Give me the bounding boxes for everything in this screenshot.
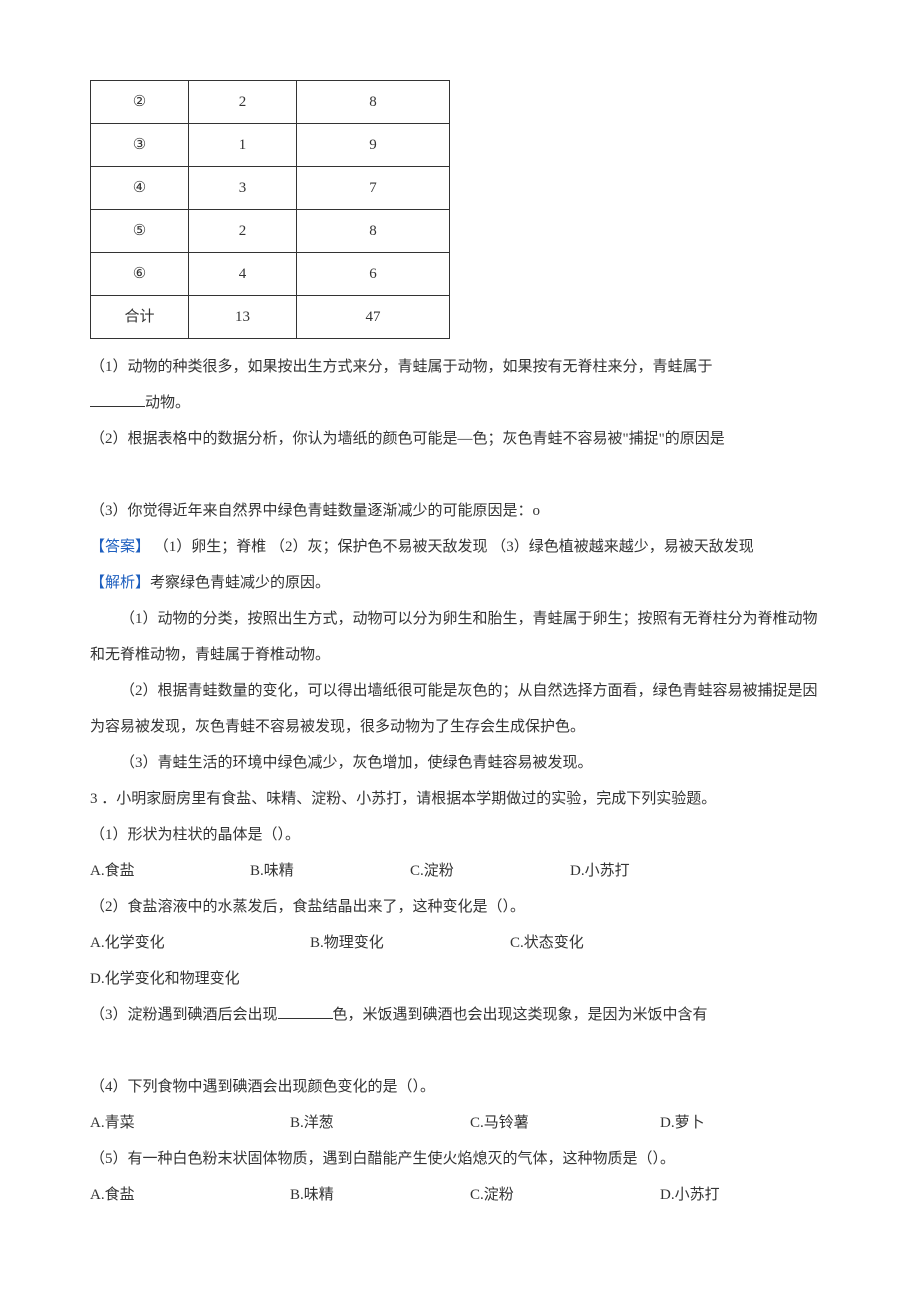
cell-label: ④ (91, 167, 189, 210)
question-2-sub1: （1）形状为柱状的晶体是（）。 (90, 817, 830, 853)
cell-value: 9 (297, 124, 450, 167)
answer-label: 【答案】 (90, 539, 150, 555)
analysis-label: 【解析】 (90, 575, 150, 591)
cell-value: 1 (189, 124, 297, 167)
cell-label: ② (91, 81, 189, 124)
options-row: A.食盐 B.味精 C.淀粉 D.小苏打 (90, 853, 830, 889)
cell-label: 合计 (91, 296, 189, 339)
option-b: B.味精 (250, 853, 410, 889)
fill-blank (278, 1003, 333, 1019)
text: （3）淀粉遇到碘酒后会出现 (90, 1007, 278, 1023)
document-page: ② 2 8 ③ 1 9 ④ 3 7 ⑤ 2 8 ⑥ 4 6 合计 13 47 (0, 0, 920, 1253)
spacer (90, 457, 830, 493)
options-row: A.化学变化 B.物理变化 C.状态变化 (90, 925, 830, 961)
question-2-sub5: （5）有一种白色粉末状固体物质，遇到白醋能产生使火焰熄灭的气体，这种物质是（）。 (90, 1141, 830, 1177)
cell-value: 13 (189, 296, 297, 339)
cell-value: 8 (297, 210, 450, 253)
option-b: B.洋葱 (290, 1105, 470, 1141)
option-c: C.马铃薯 (470, 1105, 660, 1141)
options-row: A.青菜 B.洋葱 C.马铃薯 D.萝卜 (90, 1105, 830, 1141)
text: 色，米饭遇到碘酒也会出现这类现象，是因为米饭中含有 (333, 1007, 708, 1023)
option-c: C.状态变化 (510, 925, 584, 961)
option-a: A.化学变化 (90, 925, 310, 961)
text: 动物。 (145, 395, 190, 411)
cell-value: 3 (189, 167, 297, 210)
table-row: ⑤ 2 8 (91, 210, 450, 253)
question-1-part2: （2）根据表格中的数据分析，你认为墙纸的颜色可能是—色；灰色青蛙不容易被"捕捉"… (90, 421, 830, 457)
option-b: B.物理变化 (310, 925, 510, 961)
cell-value: 47 (297, 296, 450, 339)
option-a: A.青菜 (90, 1105, 290, 1141)
cell-label: ⑥ (91, 253, 189, 296)
table-row: ③ 1 9 (91, 124, 450, 167)
option-d: D.化学变化和物理变化 (90, 961, 830, 997)
option-c: C.淀粉 (410, 853, 570, 889)
cell-value: 7 (297, 167, 450, 210)
option-d: D.萝卜 (660, 1105, 705, 1141)
cell-value: 6 (297, 253, 450, 296)
question-2-sub2: （2）食盐溶液中的水蒸发后，食盐结晶出来了，这种变化是（）。 (90, 889, 830, 925)
table-row: 合计 13 47 (91, 296, 450, 339)
option-b: B.味精 (290, 1177, 470, 1213)
question-2-sub4: （4）下列食物中遇到碘酒会出现颜色变化的是（）。 (90, 1069, 830, 1105)
option-c: C.淀粉 (470, 1177, 660, 1213)
analysis-line: 【解析】考察绿色青蛙减少的原因。 (90, 565, 830, 601)
fill-blank (90, 391, 145, 407)
analysis-2: （2）根据青蛙数量的变化，可以得出墙纸很可能是灰色的；从自然选择方面看，绿色青蛙… (90, 673, 830, 745)
analysis-3: （3）青蛙生活的环境中绿色减少，灰色增加，使绿色青蛙容易被发现。 (90, 745, 830, 781)
text: （1）动物的种类很多，如果按出生方式来分，青蛙属于动物，如果按有无脊柱来分，青蛙… (90, 359, 713, 375)
cell-value: 2 (189, 210, 297, 253)
table-row: ⑥ 4 6 (91, 253, 450, 296)
data-table: ② 2 8 ③ 1 9 ④ 3 7 ⑤ 2 8 ⑥ 4 6 合计 13 47 (90, 80, 450, 339)
cell-label: ⑤ (91, 210, 189, 253)
question-1-part1b: 动物。 (90, 385, 830, 421)
option-d: D.小苏打 (660, 1177, 720, 1213)
cell-value: 8 (297, 81, 450, 124)
cell-value: 2 (189, 81, 297, 124)
question-2-stem: 3 ．小明家厨房里有食盐、味精、淀粉、小苏打，请根据本学期做过的实验，完成下列实… (90, 781, 830, 817)
analysis-1: （1）动物的分类，按照出生方式，动物可以分为卵生和胎生，青蛙属于卵生；按照有无脊… (90, 601, 830, 673)
question-2-sub3: （3）淀粉遇到碘酒后会出现 色，米饭遇到碘酒也会出现这类现象，是因为米饭中含有 (90, 997, 830, 1033)
options-row: A.食盐 B.味精 C.淀粉 D.小苏打 (90, 1177, 830, 1213)
cell-value: 4 (189, 253, 297, 296)
answer-text: （1）卵生；脊椎 （2）灰；保护色不易被天敌发现 （3）绿色植被越来越少，易被天… (150, 539, 754, 555)
option-a: A.食盐 (90, 1177, 290, 1213)
analysis-text: 考察绿色青蛙减少的原因。 (150, 575, 330, 591)
question-1-part1: （1）动物的种类很多，如果按出生方式来分，青蛙属于动物，如果按有无脊柱来分，青蛙… (90, 349, 830, 385)
spacer (90, 1033, 830, 1069)
answer-line: 【答案】 （1）卵生；脊椎 （2）灰；保护色不易被天敌发现 （3）绿色植被越来越… (90, 529, 830, 565)
table-row: ④ 3 7 (91, 167, 450, 210)
option-d: D.小苏打 (570, 853, 630, 889)
table-row: ② 2 8 (91, 81, 450, 124)
question-1-part3: （3）你觉得近年来自然界中绿色青蛙数量逐渐减少的可能原因是：o (90, 493, 830, 529)
cell-label: ③ (91, 124, 189, 167)
option-a: A.食盐 (90, 853, 250, 889)
